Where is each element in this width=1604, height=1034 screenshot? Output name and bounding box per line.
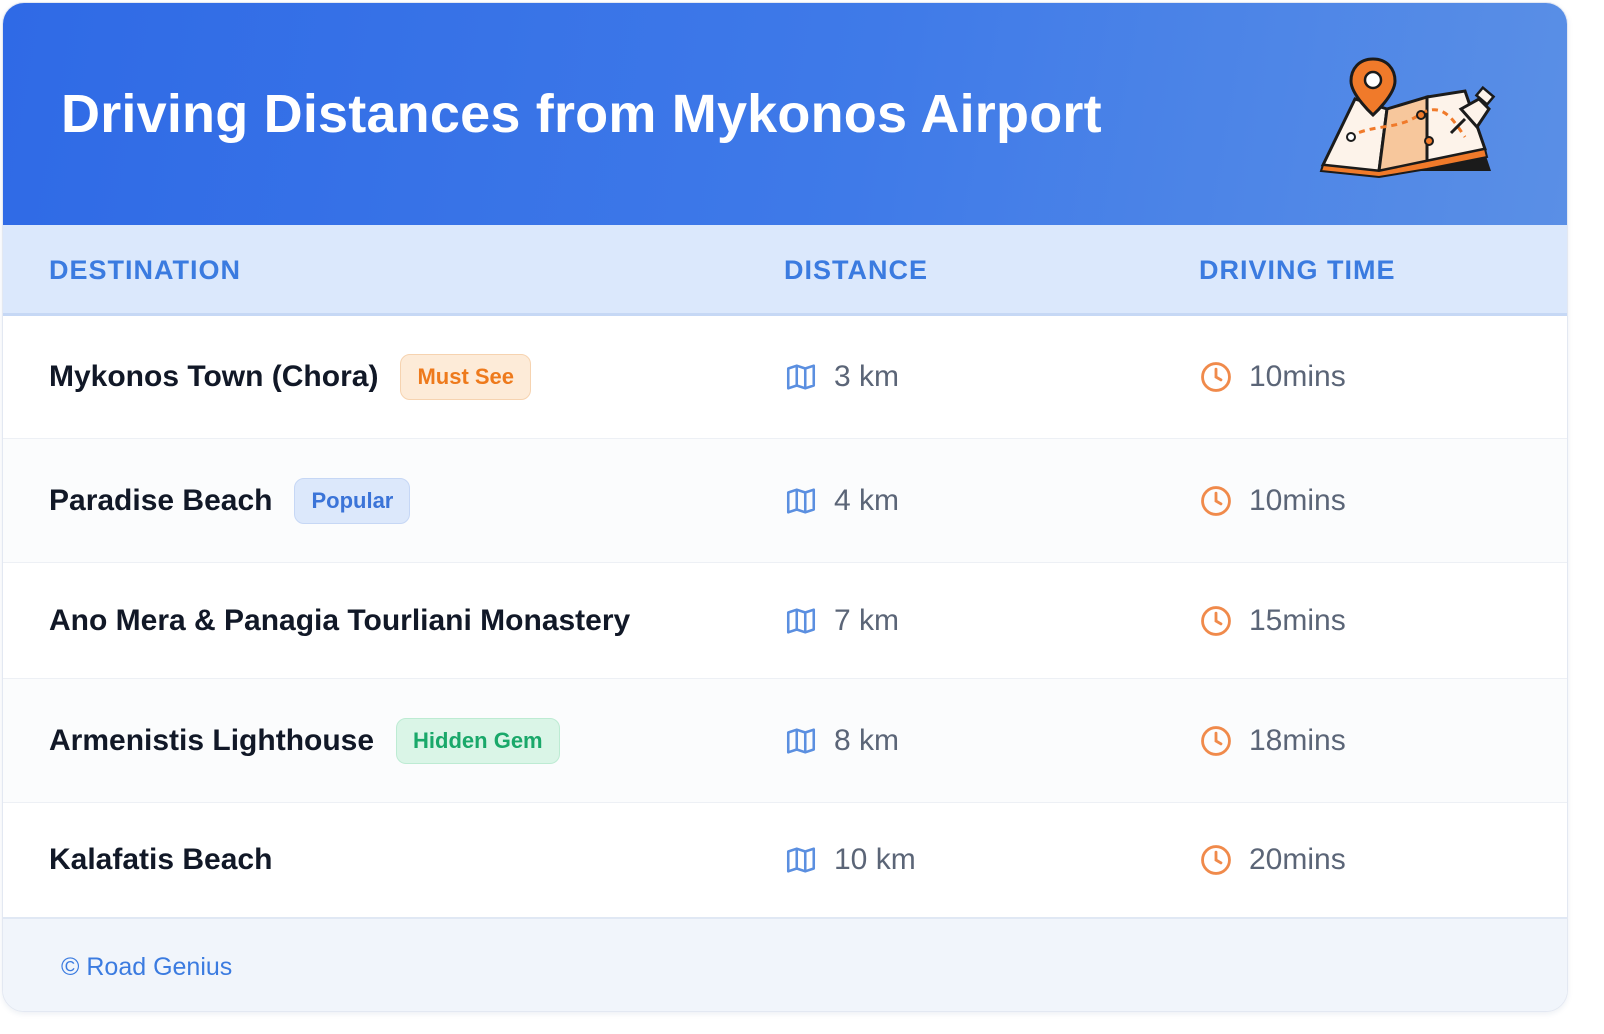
popular-badge: Popular (294, 477, 411, 524)
column-header-driving-time[interactable]: DRIVING TIME (1199, 255, 1396, 286)
map-icon (786, 487, 816, 514)
clock-icon (1201, 362, 1231, 392)
map-icon (786, 364, 816, 390)
time-value: 18mins (1249, 723, 1346, 757)
table-row: Paradise Beach Popular 4 km 10mins (3, 439, 1567, 563)
table-row: Mykonos Town (Chora) Must See 3 km 10min… (3, 316, 1567, 439)
table-row: Armenistis Lighthouse Hidden Gem 8 km 18… (3, 679, 1567, 803)
destination-cell: Ano Mera & Panagia Tourliani Monastery (49, 604, 630, 638)
time-cell: 10mins (1199, 484, 1346, 518)
clock-icon (1201, 725, 1231, 756)
clock-icon (1201, 485, 1231, 516)
distance-value: 8 km (834, 723, 900, 757)
destination-name: Kalafatis Beach (49, 843, 273, 876)
distance-cell: 10 km (784, 843, 916, 877)
time-cell: 18mins (1199, 724, 1346, 758)
copyright-text[interactable]: © Road Genius (61, 953, 232, 982)
map-icon (786, 607, 816, 634)
destination-name: Ano Mera & Panagia Tourliani Monastery (49, 603, 631, 637)
table-header: DESTINATION DISTANCE DRIVING TIME (3, 225, 1567, 316)
destination-name: Armenistis Lighthouse (49, 723, 375, 757)
column-header-distance[interactable]: DISTANCE (784, 255, 928, 286)
table-row: Kalafatis Beach 10 km 20mins (3, 803, 1567, 917)
card-header: Driving Distances from Mykonos Airport (3, 3, 1567, 225)
distance-cell: 7 km (784, 604, 899, 638)
hidden-gem-badge: Hidden Gem (396, 717, 560, 764)
time-value: 10mins (1249, 483, 1346, 517)
destination-name: Mykonos Town (Chora) (49, 360, 379, 393)
table-row: Ano Mera & Panagia Tourliani Monastery 7… (3, 563, 1567, 679)
distance-cell: 3 km (784, 360, 899, 394)
distance-cell: 8 km (784, 724, 899, 758)
must-see-badge: Must See (400, 354, 532, 400)
time-value: 15mins (1249, 603, 1346, 637)
destination-name: Paradise Beach (49, 483, 273, 517)
destination-cell: Mykonos Town (Chora) Must See (49, 354, 532, 400)
map-icon (786, 727, 816, 754)
distance-value: 7 km (834, 603, 900, 637)
card-footer: © Road Genius (3, 917, 1567, 1011)
destination-cell: Kalafatis Beach (49, 843, 272, 877)
page-title: Driving Distances from Mykonos Airport (61, 84, 1102, 144)
distance-value: 4 km (834, 483, 900, 517)
time-value: 10mins (1249, 360, 1346, 393)
map-with-pins-icon (1319, 57, 1496, 179)
clock-icon (1201, 845, 1231, 875)
distance-cell: 4 km (784, 484, 899, 518)
time-cell: 10mins (1199, 360, 1346, 394)
map-icon (786, 847, 816, 873)
destination-cell: Armenistis Lighthouse Hidden Gem (49, 717, 560, 764)
time-value: 20mins (1249, 843, 1346, 876)
time-cell: 20mins (1199, 843, 1346, 877)
distance-value: 10 km (834, 843, 916, 876)
column-header-destination[interactable]: DESTINATION (49, 255, 241, 286)
distance-value: 3 km (834, 360, 900, 393)
destination-cell: Paradise Beach Popular (49, 477, 411, 524)
distance-table-card: Driving Distances from Mykonos Airport D… (2, 2, 1568, 1012)
clock-icon (1201, 605, 1231, 636)
time-cell: 15mins (1199, 604, 1346, 638)
